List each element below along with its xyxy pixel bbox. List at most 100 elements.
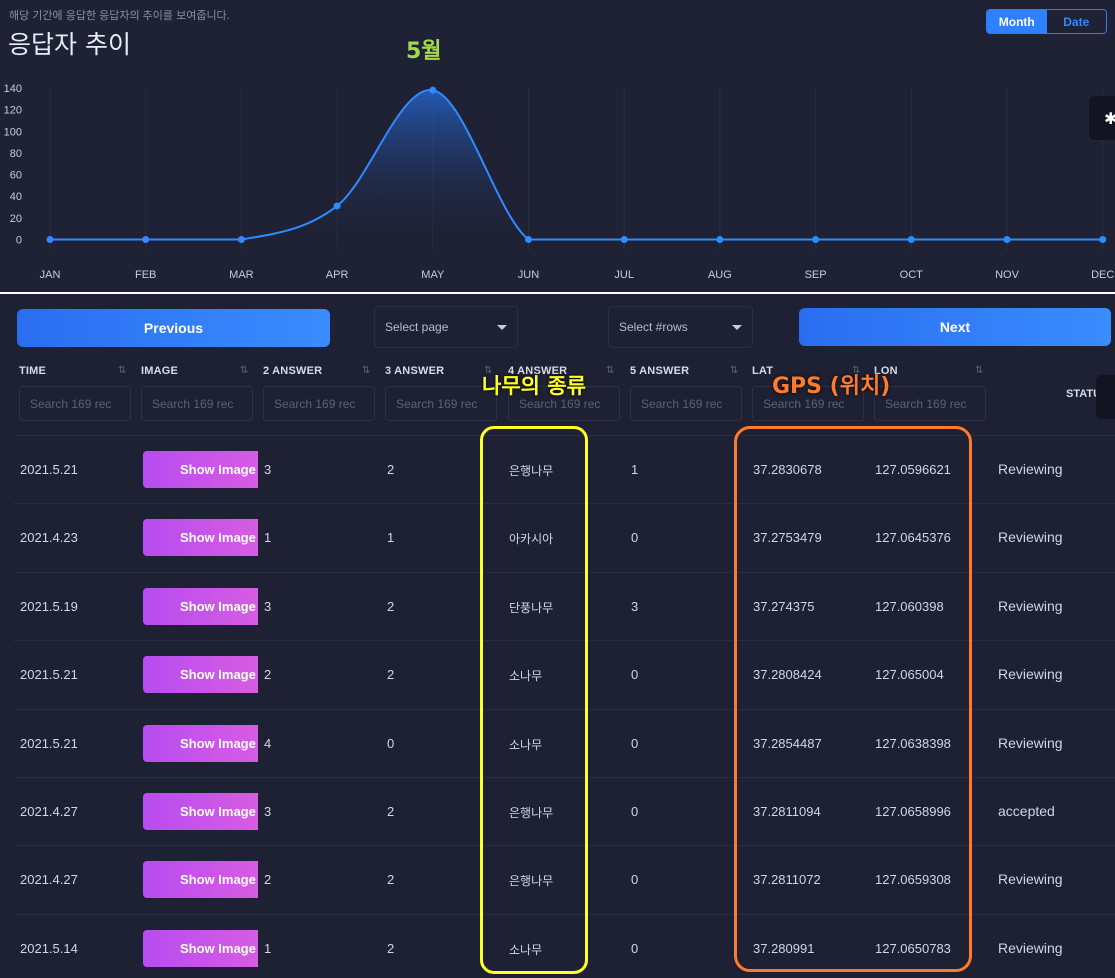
sort-icon[interactable]: ⇅ bbox=[240, 365, 248, 376]
settings-handle[interactable]: ✱ bbox=[1089, 96, 1115, 140]
filter-input-lon[interactable] bbox=[874, 386, 986, 421]
cell-a4: 아카시아 bbox=[509, 532, 554, 547]
cell-status: Reviewing bbox=[998, 666, 1063, 683]
previous-button[interactable]: Previous bbox=[17, 309, 330, 347]
select-page-dropdown[interactable]: Select page bbox=[374, 306, 518, 348]
next-button[interactable]: Next bbox=[799, 308, 1111, 346]
cell-status: Reviewing bbox=[998, 939, 1063, 956]
chart-panel: 해당 기간에 응답한 응답자의 추이를 보여줍니다. 응답자 추이 Month … bbox=[0, 0, 1115, 292]
cell-lon: 127.0596621 bbox=[875, 462, 951, 477]
cell-time: 2021.4.27 bbox=[20, 804, 78, 819]
table-row[interactable]: 2021.5.21 3 2 은행나무 1 37.2830678 127.0596621 Rev… bbox=[14, 435, 1115, 503]
show-image-button[interactable]: Show Image bbox=[143, 587, 258, 625]
cell-a3: 2 bbox=[387, 872, 395, 888]
cell-lat: 37.274375 bbox=[753, 598, 815, 614]
cell-a2: 3 bbox=[264, 598, 272, 614]
cell-a3: 0 bbox=[387, 735, 395, 751]
table-row[interactable]: 2021.4.27 3 2 은행나무 0 37.2811094 127.0658996 acc… bbox=[14, 777, 1115, 845]
column-header-5-answer[interactable]: 5 ANSWER bbox=[630, 365, 689, 377]
cell-status: Reviewing bbox=[998, 529, 1063, 546]
y-tick-label: 120 bbox=[4, 105, 22, 117]
cell-a4: 은행나무 bbox=[509, 806, 554, 820]
sort-icon[interactable]: ⇅ bbox=[730, 365, 738, 376]
show-image-button[interactable]: Show Image bbox=[143, 724, 258, 762]
show-image-button[interactable]: Show Image bbox=[143, 519, 258, 557]
column-header-time[interactable]: TIME bbox=[19, 365, 46, 377]
show-image-button[interactable]: Show Image bbox=[143, 861, 258, 899]
cell-lat: 37.2753479 bbox=[753, 530, 822, 546]
x-tick-label: NOV bbox=[995, 269, 1020, 281]
filter-input-image[interactable] bbox=[141, 386, 253, 421]
cell-a5: 0 bbox=[631, 667, 639, 683]
cell-lon: 127.065004 bbox=[875, 667, 944, 683]
data-point bbox=[1099, 236, 1107, 243]
column-header-lat[interactable]: LAT bbox=[752, 365, 773, 377]
y-tick-label: 80 bbox=[10, 148, 22, 160]
trend-chart: 0 20 40 60 80 100 120 140 JAN FEB MAR APR MAY JUN JUL A… bbox=[4, 83, 1115, 281]
cell-time: 2021.5.21 bbox=[20, 462, 78, 477]
show-image-button[interactable]: Show Image bbox=[143, 451, 258, 488]
sort-icon[interactable]: ⇅ bbox=[118, 365, 126, 376]
cell-time: 2021.5.14 bbox=[20, 940, 78, 956]
filter-input-2-answer[interactable] bbox=[263, 386, 375, 421]
data-point bbox=[237, 236, 245, 243]
data-point bbox=[525, 236, 532, 243]
table-row[interactable]: 2021.5.21 2 2 소나무 0 37.2808424 127.065004 Revie… bbox=[14, 640, 1115, 708]
column-header-image[interactable]: IMAGE bbox=[141, 365, 178, 377]
cell-a3: 2 bbox=[387, 667, 395, 683]
cell-lat: 37.2830678 bbox=[753, 462, 822, 477]
x-tick-label: FEB bbox=[135, 269, 156, 281]
sort-icon[interactable]: ⇅ bbox=[362, 365, 370, 376]
column-header-3-answer[interactable]: 3 ANSWER bbox=[385, 365, 444, 377]
sort-icon[interactable]: ⇅ bbox=[606, 365, 614, 376]
cell-a5: 0 bbox=[631, 735, 639, 751]
filter-input-5-answer[interactable] bbox=[630, 386, 742, 421]
series-area bbox=[50, 89, 1103, 240]
select-rows-dropdown[interactable]: Select #rows bbox=[608, 306, 753, 348]
y-tick-label: 140 bbox=[4, 83, 22, 95]
cell-lon: 127.0650783 bbox=[875, 940, 951, 956]
x-tick-label: APR bbox=[326, 269, 349, 281]
data-point bbox=[429, 86, 437, 94]
cell-lon: 127.0645376 bbox=[875, 530, 951, 546]
cell-lon: 127.0659308 bbox=[875, 872, 951, 888]
data-point bbox=[142, 236, 150, 243]
table-row[interactable]: 2021.4.23 1 1 아카시아 0 37.2753479 127.0645376 Rev… bbox=[14, 503, 1115, 571]
cell-a4: 소나무 bbox=[509, 737, 543, 752]
cell-a5: 0 bbox=[631, 940, 639, 956]
cell-lon: 127.060398 bbox=[875, 598, 944, 614]
show-image-button[interactable]: Show Image bbox=[143, 793, 258, 830]
x-tick-label: SEP bbox=[805, 269, 827, 281]
cell-lat: 37.2854487 bbox=[753, 735, 822, 751]
y-tick-label: 60 bbox=[10, 170, 22, 182]
x-tick-label: JUL bbox=[614, 269, 634, 281]
table-row[interactable]: 2021.5.19 3 2 단풍나무 3 37.274375 127.060398 Revie… bbox=[14, 571, 1115, 640]
gear-icon: ✱ bbox=[1104, 111, 1115, 128]
show-image-button[interactable]: Show Image bbox=[143, 929, 258, 967]
cell-a2: 2 bbox=[264, 667, 272, 683]
cell-time: 2021.5.21 bbox=[20, 667, 78, 683]
filter-input-time[interactable] bbox=[19, 386, 131, 421]
table-row[interactable]: 2021.5.14 1 2 소나무 0 37.280991 127.0650783 Revie… bbox=[14, 913, 1115, 978]
data-point bbox=[620, 236, 628, 243]
column-header-2-answer[interactable]: 2 ANSWER bbox=[263, 365, 322, 377]
show-image-button[interactable]: Show Image bbox=[143, 656, 258, 694]
series-line bbox=[49, 89, 1103, 241]
table-row[interactable]: 2021.4.27 2 2 은행나무 0 37.2811072 127.0659308 Rev… bbox=[14, 845, 1115, 913]
table-row[interactable]: 2021.5.21 4 0 소나무 0 37.2854487 127.0638398 Revi… bbox=[14, 708, 1115, 777]
x-tick-label: OCT bbox=[900, 269, 924, 281]
cell-status: Reviewing bbox=[998, 734, 1063, 751]
data-point bbox=[1003, 236, 1011, 243]
cell-a2: 1 bbox=[264, 530, 272, 546]
cell-time: 2021.5.21 bbox=[20, 735, 78, 751]
data-point bbox=[333, 202, 341, 210]
table-settings-handle[interactable] bbox=[1096, 375, 1115, 419]
y-tick-label: 20 bbox=[10, 213, 22, 225]
cell-a2: 4 bbox=[264, 735, 272, 751]
sort-icon[interactable]: ⇅ bbox=[975, 365, 983, 376]
cell-a3: 2 bbox=[387, 598, 395, 614]
filter-input-3-answer[interactable] bbox=[385, 386, 497, 421]
cell-lat: 37.2808424 bbox=[753, 667, 822, 683]
x-tick-label: JAN bbox=[40, 269, 61, 281]
cell-status: Reviewing bbox=[998, 461, 1063, 477]
